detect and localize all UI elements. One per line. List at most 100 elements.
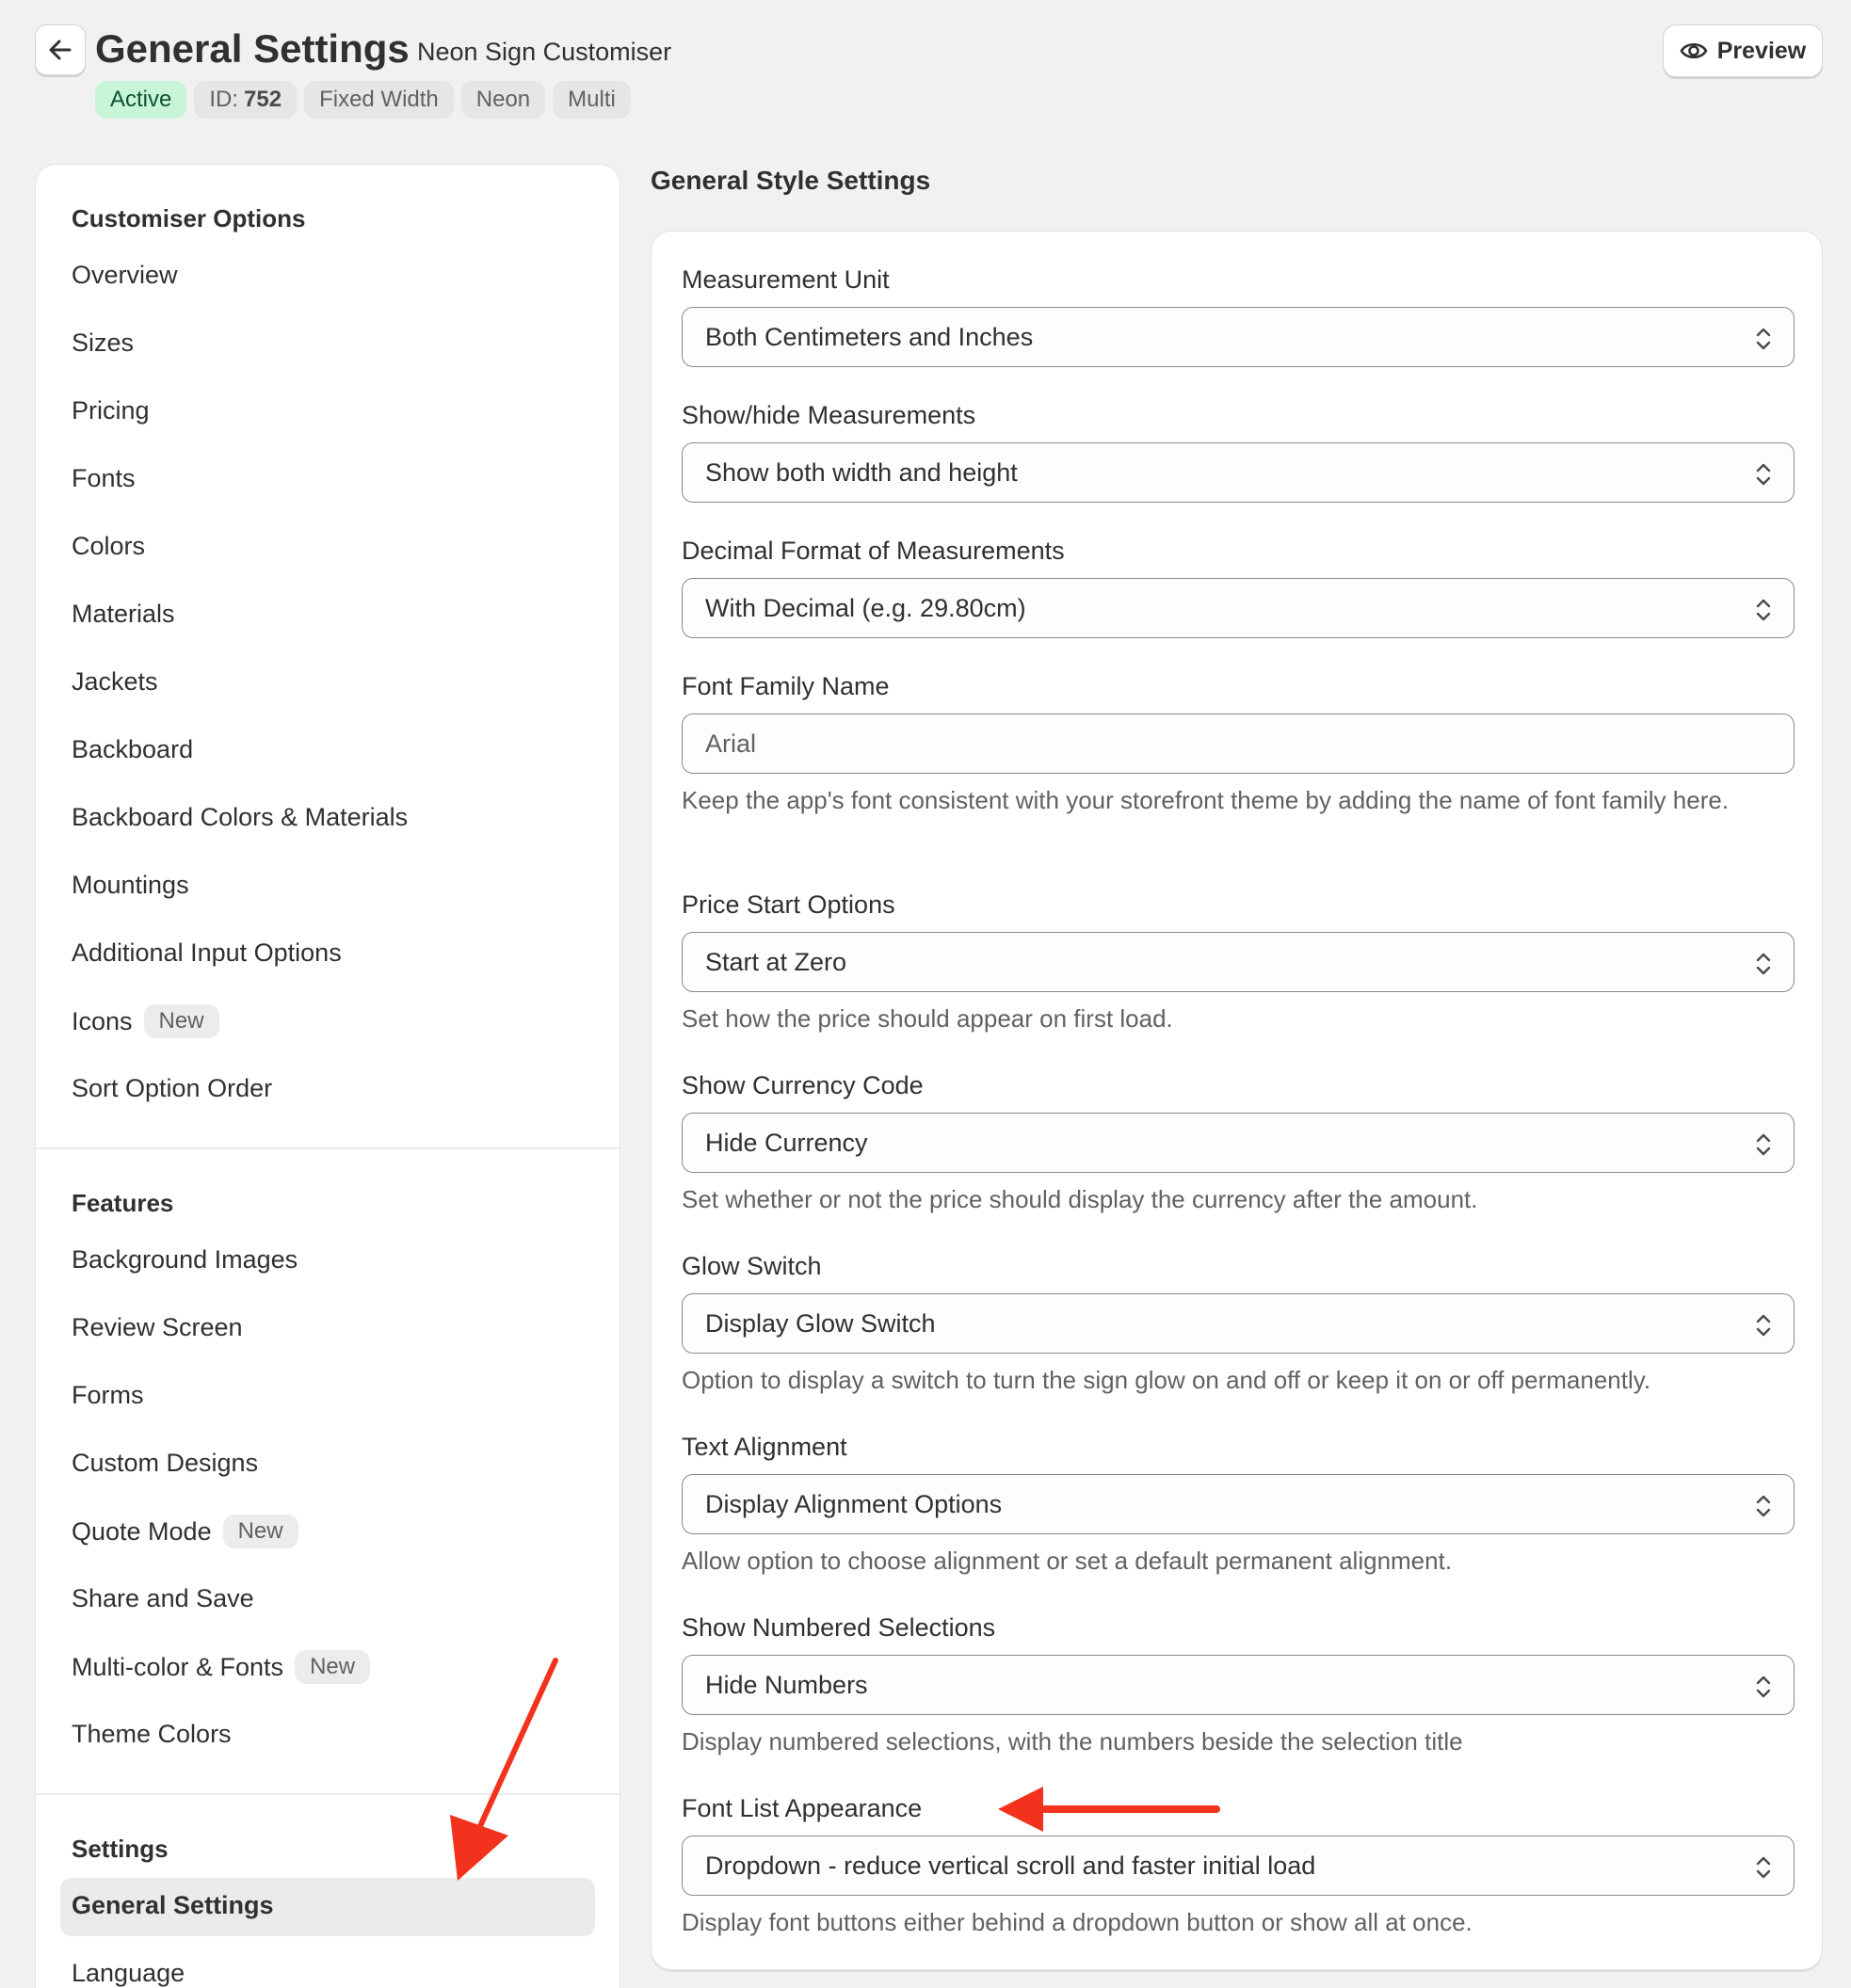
select-value: Show both width and height bbox=[705, 457, 1018, 487]
font-list-appearance-help: Display font buttons either behind a dro… bbox=[682, 1908, 1473, 1936]
sidebar-item-icons[interactable]: Icons New bbox=[72, 1004, 219, 1038]
font-family-help: Keep the app's font consistent with your… bbox=[682, 786, 1730, 814]
sidebar-divider bbox=[36, 1147, 620, 1149]
multi-badge: Multi bbox=[553, 81, 631, 119]
sidebar-item-label: Multi-color & Fonts bbox=[72, 1652, 284, 1681]
eye-icon bbox=[1680, 42, 1708, 59]
field-label-font-list-appearance: Font List Appearance bbox=[682, 1794, 923, 1822]
sidebar-item-label: Icons bbox=[72, 1006, 133, 1035]
sidebar-item-colors[interactable]: Colors bbox=[72, 532, 145, 561]
sidebar-item-custom-designs[interactable]: Custom Designs bbox=[72, 1449, 258, 1478]
sidebar-item-label: Pricing bbox=[72, 396, 150, 425]
show-hide-measurements-select[interactable]: Show both width and height bbox=[682, 442, 1795, 503]
fixed-width-badge: Fixed Width bbox=[304, 81, 454, 119]
id-badge: ID: 752 bbox=[194, 81, 298, 119]
price-start-select[interactable]: Start at Zero bbox=[682, 932, 1795, 992]
id-badge-prefix: ID: bbox=[209, 87, 239, 112]
chevron-up-down-icon bbox=[1756, 463, 1771, 486]
sidebar-divider bbox=[36, 1793, 620, 1795]
preview-button[interactable]: Preview bbox=[1663, 24, 1823, 77]
sidebar-item-label: Forms bbox=[72, 1381, 144, 1409]
neon-badge: Neon bbox=[460, 81, 546, 119]
back-button[interactable] bbox=[35, 24, 86, 75]
chevron-up-down-icon bbox=[1756, 953, 1771, 975]
sidebar-item-label: Review Screen bbox=[72, 1313, 243, 1341]
sidebar-item-label: Backboard bbox=[72, 735, 194, 763]
page-subtitle: Neon Sign Customiser bbox=[417, 38, 672, 66]
field-label-decimal-format: Decimal Format of Measurements bbox=[682, 537, 1065, 565]
sidebar-item-label: General Settings bbox=[72, 1891, 274, 1919]
id-badge-value: 752 bbox=[244, 87, 282, 112]
chevron-up-down-icon bbox=[1756, 599, 1771, 621]
field-label-price-start: Price Start Options bbox=[682, 890, 895, 919]
sidebar-item-label: Sort Option Order bbox=[72, 1074, 273, 1102]
sidebar-item-label: Sizes bbox=[72, 329, 135, 357]
glow-switch-select[interactable]: Display Glow Switch bbox=[682, 1293, 1795, 1354]
new-badge: New bbox=[143, 1004, 219, 1038]
sidebar-item-forms[interactable]: Forms bbox=[72, 1381, 144, 1410]
preview-label: Preview bbox=[1716, 37, 1807, 64]
sidebar-item-fonts[interactable]: Fonts bbox=[72, 464, 136, 493]
new-badge: New bbox=[222, 1515, 298, 1548]
sidebar-item-language[interactable]: Language bbox=[72, 1959, 185, 1988]
chevron-up-down-icon bbox=[1756, 1314, 1771, 1337]
select-value: Dropdown - reduce vertical scroll and fa… bbox=[705, 1851, 1316, 1880]
chevron-up-down-icon bbox=[1756, 1856, 1771, 1879]
chevron-up-down-icon bbox=[1756, 1133, 1771, 1156]
sidebar-item-overview[interactable]: Overview bbox=[72, 261, 178, 290]
field-label-show-hide-measurements: Show/hide Measurements bbox=[682, 401, 976, 429]
sidebar-item-quote-mode[interactable]: Quote Mode New bbox=[72, 1515, 298, 1548]
chevron-up-down-icon bbox=[1756, 1675, 1771, 1698]
glow-switch-help: Option to display a switch to turn the s… bbox=[682, 1366, 1651, 1394]
field-label-measurement-unit: Measurement Unit bbox=[682, 265, 890, 294]
numbered-selections-select[interactable]: Hide Numbers bbox=[682, 1655, 1795, 1715]
sidebar-item-mountings[interactable]: Mountings bbox=[72, 871, 189, 900]
measurement-unit-select[interactable]: Both Centimeters and Inches bbox=[682, 307, 1795, 367]
field-label-currency-code: Show Currency Code bbox=[682, 1071, 924, 1099]
sidebar-item-label: Language bbox=[72, 1959, 185, 1987]
select-value: Both Centimeters and Inches bbox=[705, 322, 1034, 351]
text-alignment-help: Allow option to choose alignment or set … bbox=[682, 1547, 1453, 1575]
sidebar-item-label: Jackets bbox=[72, 667, 158, 696]
input-value: Arial bbox=[705, 729, 757, 758]
select-value: Display Glow Switch bbox=[705, 1308, 936, 1338]
text-alignment-select[interactable]: Display Alignment Options bbox=[682, 1474, 1795, 1534]
sidebar-item-general-settings[interactable]: General Settings bbox=[72, 1891, 274, 1920]
sidebar-item-label: Mountings bbox=[72, 871, 189, 899]
sidebar-item-label: Additional Input Options bbox=[72, 938, 342, 967]
sidebar-item-backboard-colors[interactable]: Backboard Colors & Materials bbox=[72, 803, 408, 832]
sidebar-item-multicolor-fonts[interactable]: Multi-color & Fonts New bbox=[72, 1650, 371, 1684]
font-list-appearance-select[interactable]: Dropdown - reduce vertical scroll and fa… bbox=[682, 1836, 1795, 1896]
select-value: Display Alignment Options bbox=[705, 1489, 1003, 1518]
decimal-format-select[interactable]: With Decimal (e.g. 29.80cm) bbox=[682, 578, 1795, 638]
font-family-input[interactable]: Arial bbox=[682, 713, 1795, 774]
numbered-selections-help: Display numbered selections, with the nu… bbox=[682, 1727, 1463, 1756]
sidebar-item-sort-order[interactable]: Sort Option Order bbox=[72, 1074, 272, 1103]
status-badges: Active ID: 752 Fixed Width Neon Multi bbox=[95, 81, 631, 119]
sidebar-item-pricing[interactable]: Pricing bbox=[72, 396, 150, 425]
field-label-font-family: Font Family Name bbox=[682, 672, 890, 700]
sidebar-item-label: Backboard Colors & Materials bbox=[72, 803, 409, 831]
arrow-left-icon bbox=[49, 40, 72, 60]
sidebar-item-sizes[interactable]: Sizes bbox=[72, 329, 134, 358]
sidebar-item-additional-input[interactable]: Additional Input Options bbox=[72, 938, 342, 968]
sidebar-item-background-images[interactable]: Background Images bbox=[72, 1245, 298, 1275]
status-badge-active: Active bbox=[95, 81, 187, 119]
sidebar-heading-settings: Settings bbox=[72, 1835, 169, 1863]
sidebar-item-share-save[interactable]: Share and Save bbox=[72, 1584, 254, 1613]
sidebar-item-review-screen[interactable]: Review Screen bbox=[72, 1313, 243, 1342]
chevron-up-down-icon bbox=[1756, 328, 1771, 350]
currency-code-select[interactable]: Hide Currency bbox=[682, 1113, 1795, 1173]
page-title: General Settings bbox=[95, 26, 410, 71]
sidebar-heading-customiser: Customiser Options bbox=[72, 204, 306, 232]
sidebar: Customiser Options Overview Sizes Pricin… bbox=[35, 164, 620, 1988]
field-label-text-alignment: Text Alignment bbox=[682, 1433, 847, 1461]
sidebar-item-backboard[interactable]: Backboard bbox=[72, 735, 193, 764]
sidebar-item-label: Quote Mode bbox=[72, 1516, 212, 1546]
sidebar-item-label: Materials bbox=[72, 600, 175, 628]
sidebar-item-materials[interactable]: Materials bbox=[72, 600, 175, 629]
sidebar-item-jackets[interactable]: Jackets bbox=[72, 667, 158, 697]
section-title: General Style Settings bbox=[651, 166, 931, 195]
currency-code-help: Set whether or not the price should disp… bbox=[682, 1185, 1478, 1213]
sidebar-item-theme-colors[interactable]: Theme Colors bbox=[72, 1720, 232, 1749]
